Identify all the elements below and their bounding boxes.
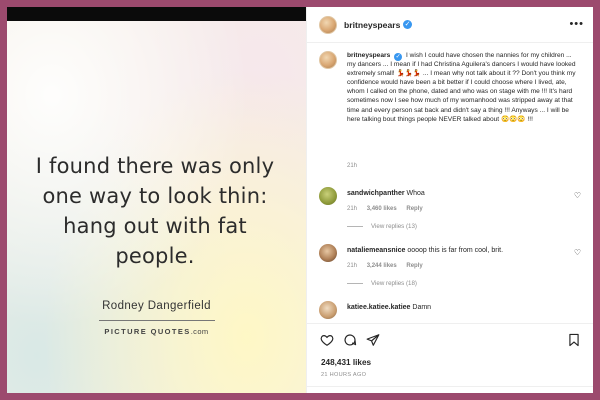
caption-verified-icon: ✓	[394, 53, 403, 61]
comment-reply-button[interactable]: Reply	[406, 206, 422, 212]
commenter-avatar[interactable]	[319, 244, 337, 262]
comment-like-heart-icon[interactable]: ♡	[574, 248, 581, 257]
comment-likes[interactable]: 3,244 likes	[367, 263, 397, 269]
share-icon[interactable]	[366, 333, 380, 347]
commenter-avatar[interactable]	[319, 301, 337, 319]
caption-text: britneyspears ✓ I wish I could have chos…	[347, 51, 581, 124]
comment-username[interactable]: sandwichpanther	[347, 190, 405, 197]
comment-text: katiee.katiee.katiee Damn	[347, 304, 567, 311]
view-replies-button[interactable]: View replies (13)	[347, 223, 417, 230]
post-side-panel: britneyspears ✓ ••• britneyspears ✓ I wi…	[306, 7, 593, 393]
brand-divider	[99, 320, 215, 321]
comment-likes[interactable]: 3,460 likes	[367, 206, 397, 212]
add-comment-bar[interactable]	[307, 386, 593, 393]
comment-username[interactable]: nataliemeansnice	[347, 247, 405, 254]
heart-icon[interactable]	[320, 333, 334, 347]
view-replies-button[interactable]: View replies (18)	[347, 280, 417, 287]
view-replies-label: View replies (18)	[371, 280, 417, 287]
replies-dash	[347, 225, 363, 227]
caption-avatar[interactable]	[319, 51, 337, 69]
verified-check-icon: ✓	[403, 20, 412, 29]
bookmark-icon[interactable]	[567, 333, 581, 347]
comment-text: sandwichpanther Whoa	[347, 190, 567, 197]
outer-frame: I found there was only one way to look t…	[0, 0, 600, 400]
comment-body: oooop this is far from cool, brit.	[407, 247, 504, 254]
comment-meta: 21h 3,460 likes Reply	[347, 206, 423, 212]
comment-reply-button[interactable]: Reply	[406, 263, 422, 269]
media-top-bar	[7, 7, 306, 21]
comment-body: Damn	[412, 304, 432, 311]
quote-text: I found there was only one way to look t…	[35, 154, 275, 268]
post-header: britneyspears ✓ •••	[307, 7, 593, 43]
comment-username[interactable]: katiee.katiee.katiee	[347, 304, 410, 311]
likes-count[interactable]: 248,431 likes	[321, 358, 371, 367]
commenter-avatar[interactable]	[319, 187, 337, 205]
post-actions: 248,431 likes 21 HOURS AGO	[307, 323, 593, 393]
post-container: I found there was only one way to look t…	[7, 7, 593, 393]
replies-dash	[347, 282, 363, 284]
caption-time: 21h	[347, 163, 358, 169]
comment-text: nataliemeansnice oooop this is far from …	[347, 247, 567, 254]
header-username[interactable]: britneyspears	[344, 20, 400, 30]
comment-body: Whoa	[406, 190, 425, 197]
post-media[interactable]: I found there was only one way to look t…	[7, 7, 306, 393]
caption-username[interactable]: britneyspears	[347, 52, 390, 59]
comment-icon[interactable]	[343, 333, 357, 347]
quote-brand-name: PICTURE QUOTES	[104, 327, 191, 336]
comment-time: 21h	[347, 263, 358, 269]
view-replies-label: View replies (13)	[371, 223, 417, 230]
post-timestamp: 21 HOURS AGO	[321, 372, 367, 378]
author-avatar[interactable]	[319, 16, 337, 34]
quote-image: I found there was only one way to look t…	[7, 21, 306, 393]
more-options-icon[interactable]: •••	[569, 18, 584, 30]
quote-author: Rodney Dangerfield	[102, 300, 211, 312]
quote-brand: PICTURE QUOTES.com	[7, 327, 306, 336]
quote-brand-domain: .com	[190, 327, 209, 336]
comment-meta: 21h 3,244 likes Reply	[347, 263, 423, 269]
comment-time: 21h	[347, 206, 358, 212]
caption-body: I wish I could have chosen the nannies f…	[347, 52, 576, 123]
comment-like-heart-icon[interactable]: ♡	[574, 191, 581, 200]
